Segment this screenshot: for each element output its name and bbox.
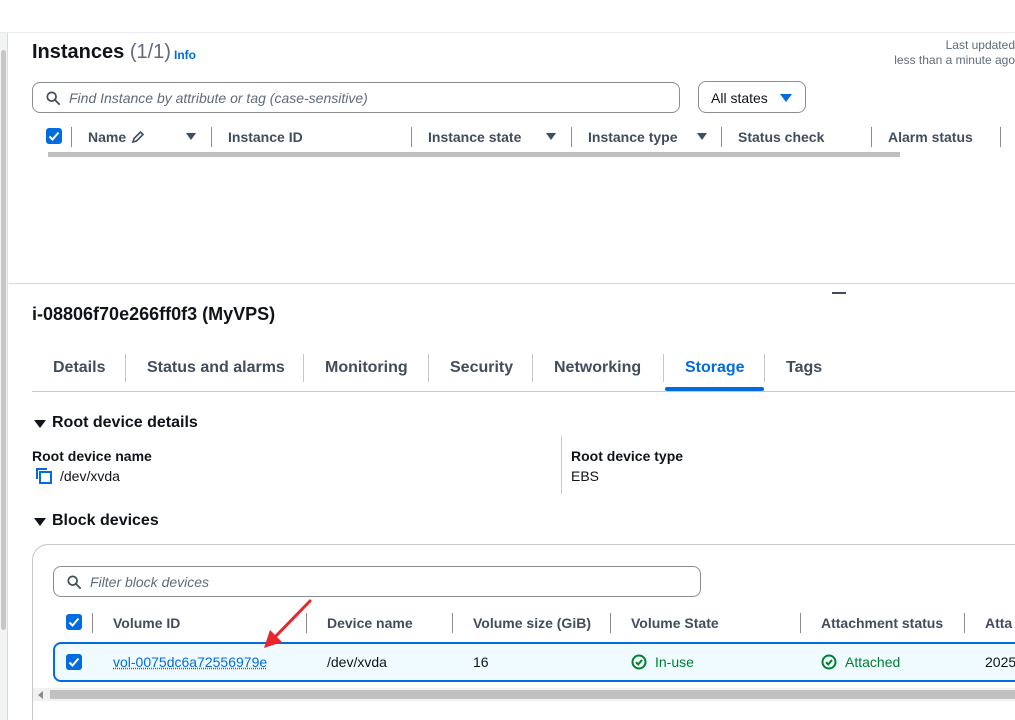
tab-storage[interactable]: Storage xyxy=(685,359,745,377)
column-separator xyxy=(610,613,611,633)
annotation-arrow-icon xyxy=(260,598,314,650)
device-name-cell: /dev/xvda xyxy=(327,654,387,670)
root-device-section-title[interactable]: Root device details xyxy=(52,414,198,432)
horizontal-scrollbar[interactable] xyxy=(48,152,900,157)
instance-search-input[interactable]: Find Instance by attribute or tag (case-… xyxy=(32,82,680,113)
copy-icon[interactable] xyxy=(35,467,53,485)
column-separator xyxy=(871,127,872,147)
column-header-volume-size[interactable]: Volume size (GiB) xyxy=(473,615,591,631)
column-separator xyxy=(92,613,93,633)
column-header-instance-id[interactable]: Instance ID xyxy=(228,129,303,145)
row-checkbox[interactable] xyxy=(66,654,82,670)
column-separator xyxy=(800,613,801,633)
select-all-instances-checkbox[interactable] xyxy=(46,128,62,144)
filter-placeholder: Filter block devices xyxy=(90,574,209,590)
search-icon xyxy=(46,91,60,105)
column-header-device-name[interactable]: Device name xyxy=(327,615,413,631)
instance-title: i-08806f70e266ff0f3 (MyVPS) xyxy=(32,304,275,325)
volume-state-cell: In-use xyxy=(655,654,694,670)
tab-separator xyxy=(764,354,765,382)
tab-details[interactable]: Details xyxy=(53,359,105,377)
search-icon xyxy=(67,575,81,589)
tabs-baseline xyxy=(32,391,1015,392)
column-header-attachment-status[interactable]: Attachment status xyxy=(821,615,943,631)
split-panel-divider xyxy=(9,283,1015,284)
column-header-volume-state[interactable]: Volume State xyxy=(631,615,719,631)
attach-time-cell: 2025 xyxy=(985,654,1015,670)
horizontal-scrollbar[interactable] xyxy=(50,690,1015,699)
info-link[interactable]: Info xyxy=(174,48,196,62)
column-separator xyxy=(211,127,212,147)
tab-tags[interactable]: Tags xyxy=(786,359,822,377)
tab-security[interactable]: Security xyxy=(450,359,513,377)
tab-separator xyxy=(663,354,664,382)
column-divider xyxy=(561,436,562,494)
block-devices-filter-input[interactable]: Filter block devices xyxy=(53,566,701,597)
column-header-alarm-status[interactable]: Alarm status xyxy=(888,129,973,145)
expand-triangle-icon[interactable] xyxy=(34,420,46,428)
tab-separator xyxy=(428,354,429,382)
select-all-volumes-checkbox[interactable] xyxy=(66,614,82,630)
column-header-instance-state[interactable]: Instance state xyxy=(428,129,521,145)
column-header-attach-time[interactable]: Atta xyxy=(985,615,1012,631)
scroll-left-arrow-icon[interactable] xyxy=(38,691,43,699)
volume-id-link[interactable]: vol-0075dc6a72556979e xyxy=(113,654,267,670)
sort-icon[interactable] xyxy=(186,133,196,140)
status-ok-icon xyxy=(821,654,837,670)
column-separator xyxy=(571,127,572,147)
column-separator xyxy=(964,613,965,633)
vertical-scrollbar[interactable] xyxy=(1,50,6,630)
sort-icon[interactable] xyxy=(697,133,707,140)
search-placeholder: Find Instance by attribute or tag (case-… xyxy=(69,90,368,106)
root-device-type-label: Root device type xyxy=(571,448,683,464)
column-separator xyxy=(71,127,72,147)
last-updated: Last updated less than a minute ago xyxy=(894,38,1015,68)
block-devices-section-title[interactable]: Block devices xyxy=(52,512,159,530)
checkmark-icon xyxy=(66,654,82,670)
column-header-status-check[interactable]: Status check xyxy=(738,129,824,145)
column-separator xyxy=(411,127,412,147)
column-header-volume-id[interactable]: Volume ID xyxy=(113,615,180,631)
root-device-type-value: EBS xyxy=(571,468,599,484)
column-separator xyxy=(1000,127,1001,147)
sort-icon[interactable] xyxy=(546,133,556,140)
column-separator xyxy=(721,127,722,147)
expand-triangle-icon[interactable] xyxy=(34,518,46,526)
column-separator xyxy=(452,613,453,633)
root-device-name-label: Root device name xyxy=(32,448,152,464)
top-divider xyxy=(0,32,1015,33)
tab-status-and-alarms[interactable]: Status and alarms xyxy=(147,359,285,377)
checkmark-icon xyxy=(46,128,62,144)
tab-separator xyxy=(303,354,304,382)
tab-monitoring[interactable]: Monitoring xyxy=(325,359,408,377)
checkmark-icon xyxy=(66,614,82,630)
column-header-instance-type[interactable]: Instance type xyxy=(588,129,677,145)
status-ok-icon xyxy=(631,654,647,670)
column-header-name[interactable]: Name xyxy=(88,129,126,145)
attachment-status-cell: Attached xyxy=(845,654,900,670)
tab-separator xyxy=(532,354,533,382)
collapse-panel-icon[interactable] xyxy=(832,292,846,294)
page-title: Instances (1/1) xyxy=(32,41,171,64)
volume-size-cell: 16 xyxy=(473,654,489,670)
root-device-name-value: /dev/xvda xyxy=(60,468,120,484)
last-updated-label: Last updated xyxy=(894,38,1015,53)
state-filter-value: All states xyxy=(711,90,768,106)
caret-down-icon xyxy=(780,94,792,102)
page-title-text: Instances xyxy=(32,41,124,63)
instance-state-filter[interactable]: All states xyxy=(698,81,806,113)
instance-count: (1/1) xyxy=(130,41,171,63)
tab-separator xyxy=(125,354,126,382)
last-updated-value: less than a minute ago xyxy=(894,53,1015,68)
tab-networking[interactable]: Networking xyxy=(554,359,641,377)
active-tab-indicator xyxy=(665,387,764,391)
edit-icon xyxy=(131,130,145,144)
